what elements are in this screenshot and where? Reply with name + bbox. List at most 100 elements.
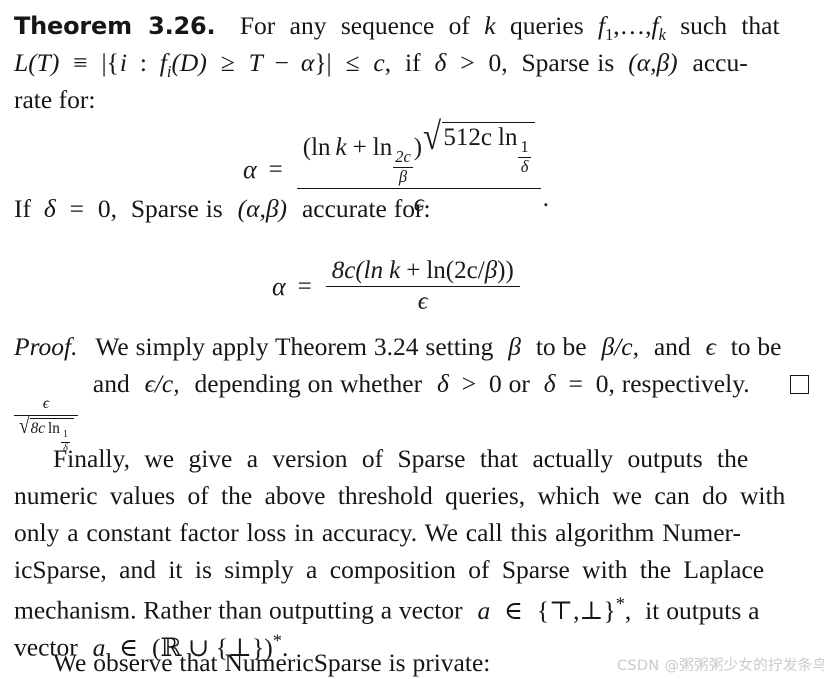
theorem-line-2-alpha-beta: (α,β) bbox=[628, 48, 678, 77]
theorem-line-2-alpha: α bbox=[300, 48, 315, 77]
proof-line-1: Proof. We simply apply Theorem 3.24 sett… bbox=[14, 334, 782, 360]
equation-2-num-beta: β bbox=[484, 257, 498, 284]
theorem-line-2-delta: δ bbox=[434, 48, 447, 77]
theorem-line-4: If δ = 0, Sparse is (α,β) accurate for: bbox=[14, 196, 431, 222]
proof-line-2-and: and bbox=[92, 369, 130, 398]
paragraph-line-5-text-b: it outputs a bbox=[645, 595, 760, 625]
proof-line-1-beta: β bbox=[508, 332, 521, 361]
proof-inline-radicand-8c: 8c bbox=[30, 419, 46, 437]
equation-1-num-k: k bbox=[335, 133, 347, 161]
theorem-line-2-if: if bbox=[405, 48, 421, 77]
theorem-line-1-var-k: k bbox=[484, 11, 496, 40]
theorem-line-1: Theorem 3.26. For any sequence of k quer… bbox=[14, 13, 780, 43]
paragraph-line-2: numeric values of the above threshold qu… bbox=[14, 481, 786, 510]
theorem-line-2-i: i bbox=[119, 48, 127, 77]
theorem-line-4-accurate-for: accurate for: bbox=[301, 194, 431, 223]
proof-line-1-epsilon: ϵ bbox=[705, 332, 716, 361]
equation-2-denominator: ϵ bbox=[325, 286, 520, 315]
qed-symbol bbox=[790, 375, 809, 394]
theorem-line-2-T: T bbox=[248, 48, 263, 77]
proof-line-2: ϵ √ 8c ln 1 δ and ϵ/c, depending on whether … bbox=[14, 371, 750, 454]
proof-line-2-delta-1: δ bbox=[437, 369, 449, 398]
equation-2-numerator: 8c(ln k + ln(2c/β)) bbox=[326, 257, 520, 286]
theorem-line-1-word-sequence: sequence bbox=[340, 11, 435, 40]
theorem-line-2-minus: − bbox=[274, 48, 290, 77]
theorem-line-2-sparse-is: Sparse is bbox=[521, 48, 615, 77]
proof-line-1-to-be-2: to be bbox=[730, 332, 782, 361]
theorem-line-2-c: c bbox=[373, 48, 385, 77]
equation-1-num-inner-numerator: 2c bbox=[395, 147, 411, 167]
proof-inline-radical-sign: √ bbox=[19, 412, 30, 438]
proof-line-1-to-be: to be bbox=[535, 332, 587, 361]
theorem-line-2-paren-D: (D) bbox=[171, 48, 207, 77]
theorem-line-4-if: If bbox=[14, 194, 31, 223]
paragraph-line-1: Finally, we give a version of Sparse tha… bbox=[53, 444, 749, 473]
equation-1-numerator: (ln k + ln 2c β) √ 512c ln 1 δ bbox=[297, 115, 541, 188]
paragraph-line-5-set: {⊤,⊥} bbox=[536, 595, 616, 625]
proof-inline-frac-numerator: ϵ bbox=[42, 395, 50, 413]
theorem-line-2-bar-open: |{ bbox=[101, 48, 119, 77]
equation-1-radicand-frac-den: δ bbox=[518, 157, 531, 176]
theorem-line-1-word-queries: queries bbox=[509, 11, 584, 40]
equation-1-equals: = bbox=[268, 155, 283, 183]
theorem-line-4-sparse-is: Sparse is bbox=[130, 194, 223, 223]
equation-1-num-inner-denominator: β bbox=[393, 167, 413, 186]
proof-label: Proof. bbox=[14, 332, 78, 361]
equation-2-num-k: k bbox=[389, 257, 401, 284]
equation-1-radicand-frac-num: 1 bbox=[520, 137, 529, 157]
proof-line-1-and: and bbox=[653, 332, 691, 361]
proof-line-2-delta-2: δ bbox=[543, 369, 556, 398]
equation-1-num-plus: + bbox=[352, 133, 367, 161]
theorem-line-4-alpha-beta: (α,β) bbox=[237, 194, 288, 223]
proof-line-2-equals: = bbox=[568, 369, 583, 398]
theorem-line-2-f: f bbox=[159, 48, 167, 77]
paragraph-line-5-member-of: ∈ bbox=[504, 595, 524, 625]
theorem-line-4-zero: 0, bbox=[97, 194, 117, 223]
theorem-line-2-comma: , bbox=[384, 48, 392, 77]
equation-1-radical: √ 512c ln 1 δ bbox=[423, 115, 535, 176]
equation-1-period: . bbox=[542, 185, 549, 213]
theorem-line-2-zero: 0, bbox=[488, 48, 508, 77]
theorem-line-2-gt: > bbox=[460, 48, 475, 77]
paragraph-line-5-comma: , bbox=[624, 595, 632, 625]
equation-1-num-open-ln: (ln bbox=[302, 133, 331, 161]
theorem-line-1-word-that: that bbox=[741, 11, 780, 40]
theorem-line-2-equiv: ≡ bbox=[73, 48, 88, 77]
equation-2-num-ln2: ln(2c/ bbox=[426, 257, 485, 284]
proof-line-1-text-a: We simply apply Theorem 3.24 setting bbox=[95, 332, 494, 361]
proof-line-2-depending: depending on whether bbox=[194, 369, 423, 398]
equation-1-radical-sign: √ bbox=[423, 115, 442, 158]
paragraph-line-6-star: * bbox=[272, 630, 282, 650]
theorem-line-2-geq: ≥ bbox=[220, 48, 235, 77]
theorem-line-2-leq: ≤ bbox=[345, 48, 360, 77]
equation-1-radicand-512c: 512c bbox=[443, 124, 493, 151]
paragraph-line-5-text-a: mechanism. Rather than outputting a vect… bbox=[14, 595, 463, 625]
equation-2-num-plus: + bbox=[406, 257, 421, 284]
theorem-label: Theorem 3.26. bbox=[14, 12, 216, 40]
equation-2-lhs: α bbox=[272, 271, 286, 301]
equation-1-radicand-ln: ln bbox=[498, 124, 518, 151]
theorem-line-4-equals: = bbox=[69, 194, 84, 223]
theorem-line-1-word-of: of bbox=[448, 11, 470, 40]
theorem-line-2-bar-close: }| bbox=[314, 48, 332, 77]
theorem-line-2: L(T) ≡ |{i : fi(D) ≥ T − α}| ≤ c, if δ >… bbox=[14, 50, 748, 80]
paragraph-line-7: We observe that NumericSparse is private… bbox=[53, 648, 491, 677]
theorem-line-1-ellipsis: ,…, bbox=[613, 11, 652, 40]
paragraph-line-5-star: * bbox=[615, 593, 625, 613]
proof-inline-radicand-ln: ln bbox=[48, 419, 60, 437]
theorem-line-3: rate for: bbox=[14, 85, 96, 114]
paragraph-line-5: mechanism. Rather than outputting a vect… bbox=[14, 594, 760, 623]
document-page: Theorem 3.26. For any sequence of k quer… bbox=[0, 0, 824, 679]
theorem-line-1-word-such: such bbox=[680, 11, 727, 40]
proof-line-2-zero-or: 0 or bbox=[489, 369, 530, 398]
theorem-line-1-word-any: any bbox=[289, 11, 327, 40]
proof-line-2-eps-over-c: ϵ/c, bbox=[144, 369, 180, 398]
theorem-line-2-paren-T: (T) bbox=[28, 48, 60, 77]
proof-line-2-zero-respectively: 0, respectively. bbox=[595, 369, 750, 398]
equation-1-num-close: ) bbox=[413, 133, 423, 161]
theorem-line-1-word-for: For bbox=[239, 11, 276, 40]
equation-1-radicand: 512c ln 1 δ bbox=[442, 122, 535, 176]
paragraph-line-5-var-a: a bbox=[477, 595, 491, 625]
equation-2-equals: = bbox=[297, 272, 312, 300]
theorem-line-1-fk-sub: k bbox=[658, 25, 666, 45]
